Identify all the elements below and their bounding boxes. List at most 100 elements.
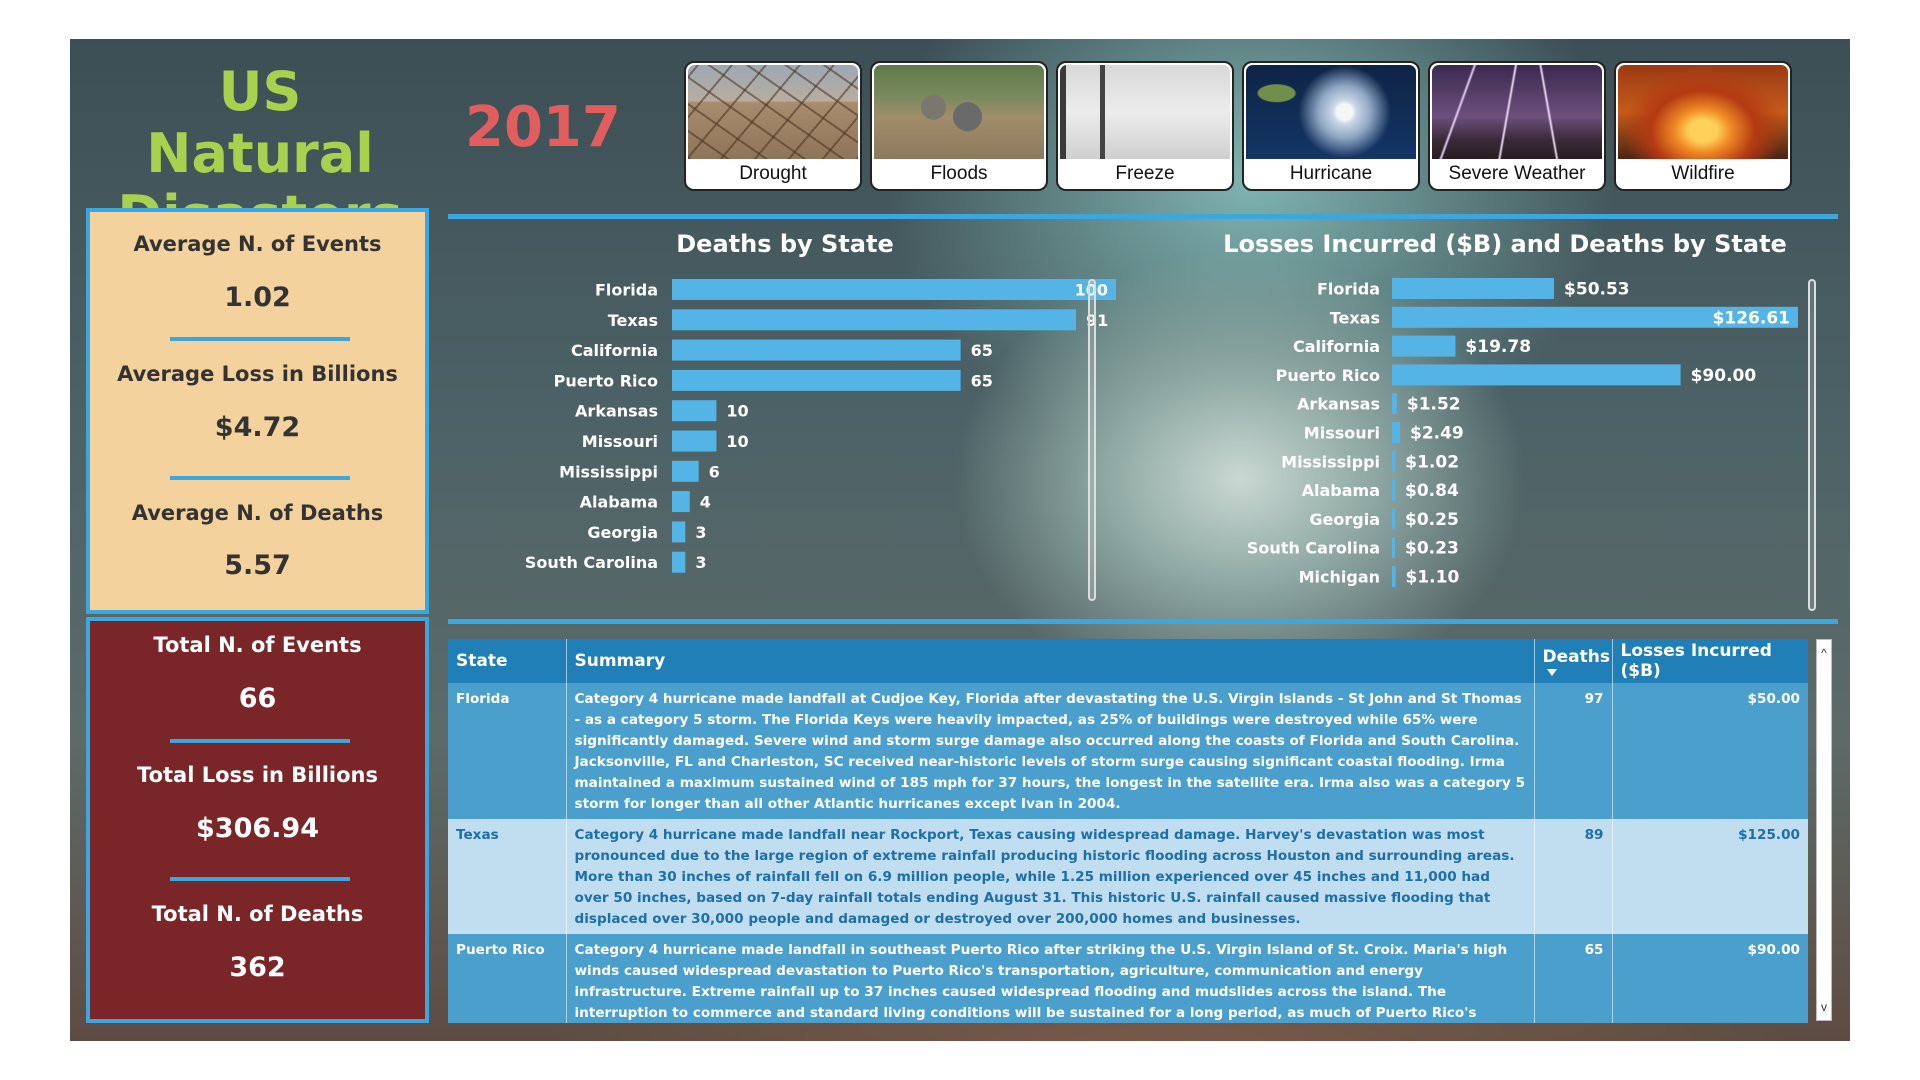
kpi-label-total-events: Total N. of Events [153, 633, 362, 657]
data-label: 6 [709, 462, 720, 481]
bar[interactable] [1392, 566, 1396, 587]
kpi-value-avg-loss: $4.72 [214, 412, 301, 443]
data-label: 4 [700, 493, 711, 512]
data-label: $2.49 [1410, 424, 1464, 444]
category-label: California [1293, 337, 1380, 356]
bar[interactable] [672, 491, 690, 513]
deaths-chart-title: Deaths by State [676, 230, 894, 258]
losses-by-state-chart: Florida $50.53 Texas $126.61 California $19.7… [1247, 278, 1798, 588]
category-label: Mississippi [1281, 452, 1380, 471]
kpi-label-total-deaths: Total N. of Deaths [151, 902, 364, 926]
table-row[interactable]: Puerto Rico Category 4 hurricane made la… [448, 934, 1808, 1023]
severe-weather-icon [1432, 65, 1602, 159]
column-header-state[interactable]: State [448, 639, 566, 683]
column-header-deaths-label: Deaths [1542, 646, 1610, 667]
kpi-label-avg-deaths: Average N. of Deaths [131, 501, 384, 525]
tile-label: Hurricane [1289, 163, 1373, 184]
data-label: $0.25 [1405, 510, 1459, 530]
data-label: 65 [971, 341, 993, 360]
data-label: 3 [695, 553, 706, 572]
average-kpi-panel: Average N. of Events 1.02 Average Loss i… [86, 208, 429, 614]
disaster-type-tiles: Drought Floods Freeze Hurricane Severe W… [684, 61, 1792, 191]
kpi-label-avg-events: Average N. of Events [133, 232, 382, 256]
bar[interactable] [672, 279, 1116, 300]
cell-state: Puerto Rico [448, 934, 566, 1023]
freeze-icon [1060, 65, 1230, 159]
bar[interactable] [1392, 508, 1395, 530]
bar[interactable] [672, 339, 961, 361]
bar[interactable] [1392, 278, 1555, 299]
losses-chart-scrollbar[interactable] [1808, 279, 1816, 611]
kpi-value-total-events: 66 [238, 683, 277, 714]
tile-label: Wildfire [1671, 163, 1735, 184]
tile-label: Severe Weather [1448, 163, 1586, 184]
scroll-down-icon[interactable]: v [1817, 1000, 1831, 1014]
column-header-deaths[interactable]: Deaths [1533, 639, 1612, 683]
category-label: Florida [1317, 280, 1380, 299]
category-label: California [571, 341, 658, 360]
cell-state: Florida [448, 683, 566, 819]
bar[interactable] [1392, 422, 1400, 443]
column-header-summary[interactable]: Summary [565, 639, 1534, 683]
tile-floods[interactable]: Floods [870, 61, 1048, 191]
scroll-up-icon[interactable]: ^ [1817, 646, 1831, 660]
category-label: Georgia [1309, 510, 1380, 529]
bar[interactable] [1392, 479, 1395, 501]
category-label: Arkansas [575, 402, 658, 421]
kpi-divider [170, 739, 350, 743]
kpi-label-total-loss: Total Loss in Billions [137, 763, 378, 787]
table-row[interactable]: Florida Category 4 hurricane made landfa… [448, 683, 1808, 819]
cell-losses: $125.00 [1611, 819, 1808, 934]
tile-drought[interactable]: Drought [684, 61, 862, 191]
bar[interactable] [1392, 364, 1681, 386]
data-label: 65 [971, 371, 993, 390]
bar[interactable] [672, 460, 699, 482]
deaths-chart-scrollbar[interactable] [1088, 279, 1096, 601]
kpi-value-avg-deaths: 5.57 [224, 550, 291, 581]
bar[interactable] [1392, 537, 1395, 559]
category-label: Alabama [580, 493, 658, 512]
tile-label: Freeze [1115, 163, 1175, 184]
bar[interactable] [672, 369, 961, 391]
bar[interactable] [672, 551, 686, 573]
cell-deaths: 89 [1533, 819, 1612, 934]
cell-summary: Category 4 hurricane made landfall near … [565, 819, 1534, 934]
tile-label: Floods [930, 163, 988, 184]
table-row[interactable]: Texas Category 4 hurricane made landfall… [448, 819, 1808, 934]
category-label: South Carolina [525, 553, 658, 572]
category-label: Puerto Rico [1276, 366, 1380, 385]
bar[interactable] [1392, 450, 1396, 472]
category-label: Puerto Rico [554, 371, 658, 390]
cell-deaths: 97 [1533, 683, 1612, 819]
summary-table: State Summary Deaths Losses Incurred ($B… [448, 639, 1808, 1023]
bar[interactable] [672, 521, 686, 543]
data-label: $1.52 [1407, 395, 1461, 415]
tile-freeze[interactable]: Freeze [1056, 61, 1234, 191]
tile-wildfire[interactable]: Wildfire [1614, 61, 1792, 191]
tile-severe-weather[interactable]: Severe Weather [1428, 61, 1606, 191]
drought-icon [688, 65, 858, 159]
table-scrollbar[interactable]: ^ v [1816, 639, 1832, 1021]
bar[interactable] [672, 309, 1077, 331]
kpi-value-total-loss: $306.94 [196, 813, 319, 844]
floods-icon [874, 65, 1044, 159]
data-label: $50.53 [1564, 280, 1630, 300]
category-label: Texas [1330, 308, 1380, 327]
tile-hurricane[interactable]: Hurricane [1242, 61, 1420, 191]
bar[interactable] [1392, 393, 1397, 415]
cell-losses: $90.00 [1611, 934, 1808, 1023]
cell-summary: Category 4 hurricane made landfall at Cu… [565, 683, 1534, 819]
bar[interactable] [672, 430, 717, 452]
year-label: 2017 [465, 95, 621, 160]
kpi-value-total-deaths: 362 [229, 952, 286, 983]
kpi-divider [170, 476, 350, 480]
bar[interactable] [1392, 335, 1456, 357]
cell-deaths: 65 [1533, 934, 1612, 1023]
bar[interactable] [672, 400, 717, 422]
category-label: Mississippi [559, 462, 658, 481]
sort-descending-icon [1546, 668, 1557, 676]
column-header-losses[interactable]: Losses Incurred ($B) [1611, 639, 1808, 683]
category-label: Florida [595, 281, 658, 300]
cell-summary: Category 4 hurricane made landfall in so… [565, 934, 1534, 1023]
data-label: $90.00 [1691, 366, 1757, 386]
